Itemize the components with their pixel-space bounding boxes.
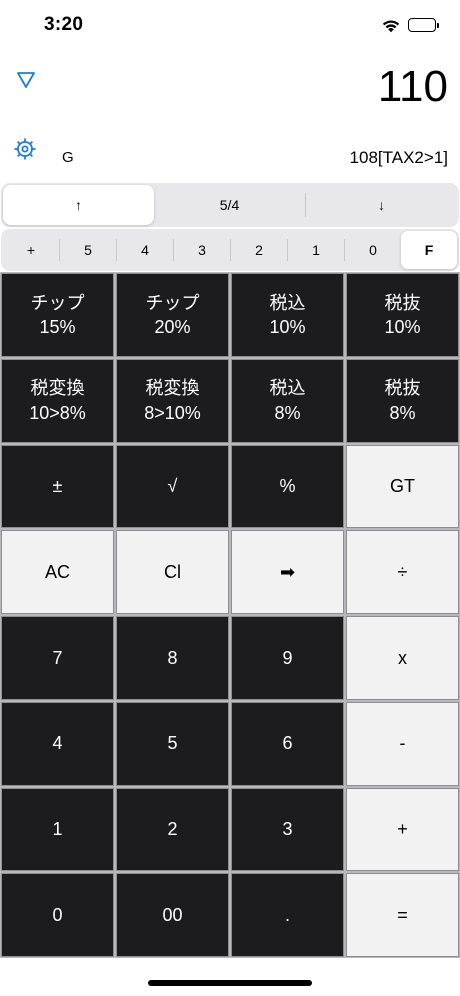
decimal-option-f[interactable]: F	[401, 231, 457, 269]
digit-3-key[interactable]: 3	[231, 787, 344, 872]
decimal-option-0[interactable]: 0	[345, 231, 401, 269]
key-label: チップ	[30, 292, 85, 313]
decimal-option-5[interactable]: 5	[60, 231, 116, 269]
digit-9-key[interactable]: 9	[231, 616, 344, 700]
key-label: 1	[52, 819, 63, 840]
round-up-option[interactable]: ↑	[3, 185, 154, 225]
round-down-option[interactable]: ↓	[306, 185, 457, 225]
gt-key[interactable]: GT	[346, 444, 459, 529]
key-label: .	[284, 904, 290, 925]
key-label: ±	[52, 476, 63, 497]
plus-minus-key[interactable]: ±	[1, 444, 114, 529]
tip-20-key[interactable]: チップ 20%	[116, 273, 229, 357]
triangle-down-icon[interactable]	[16, 70, 36, 90]
key-label: 2	[167, 819, 178, 840]
tax-incl-8-key[interactable]: 税込 8%	[231, 358, 344, 443]
battery-icon	[408, 18, 439, 32]
key-label: 税変換	[145, 378, 200, 399]
tip-15-key[interactable]: チップ 15%	[1, 273, 114, 357]
key-label: %	[279, 476, 296, 497]
wifi-icon	[381, 18, 401, 33]
key-sublabel: 15%	[39, 316, 76, 337]
add-key[interactable]: +	[346, 787, 459, 872]
key-label: 3	[282, 819, 293, 840]
digit-6-key[interactable]: 6	[231, 701, 344, 786]
decimal-selector: + 5 4 3 2 1 0 F	[1, 229, 459, 271]
rounding-selector: ↑ 5/4 ↓	[1, 183, 459, 227]
key-label: 5	[167, 733, 178, 754]
digit-0-key[interactable]: 0	[1, 873, 114, 957]
key-label: 9	[282, 647, 293, 668]
status-time: 3:20	[44, 14, 84, 35]
key-label: 00	[162, 904, 183, 925]
subtract-key[interactable]: -	[346, 701, 459, 786]
key-label: 税込	[269, 378, 306, 399]
key-sublabel: 8%	[274, 402, 301, 423]
digit-2-key[interactable]: 2	[116, 787, 229, 872]
home-indicator	[148, 980, 312, 986]
key-label: 税込	[269, 292, 306, 313]
key-label: GT	[390, 476, 415, 497]
decimal-option-plus[interactable]: +	[3, 231, 59, 269]
digit-5-key[interactable]: 5	[116, 701, 229, 786]
key-label: x	[398, 647, 407, 668]
key-label: √	[167, 476, 178, 497]
tax-excl-8-key[interactable]: 税抜 8%	[346, 358, 459, 443]
key-label: チップ	[145, 292, 200, 313]
key-label: 0	[52, 904, 63, 925]
decimal-option-1[interactable]: 1	[288, 231, 344, 269]
key-sublabel: 8%	[389, 402, 416, 423]
all-clear-key[interactable]: AC	[1, 530, 114, 614]
key-label: ÷	[397, 561, 408, 582]
decimal-point-key[interactable]: .	[231, 873, 344, 957]
tax-convert-8-10-key[interactable]: 税変換 8>10%	[116, 358, 229, 443]
sqrt-key[interactable]: √	[116, 444, 229, 529]
key-label: ➡	[279, 561, 296, 582]
key-label: 税変換	[30, 378, 85, 399]
digit-4-key[interactable]: 4	[1, 701, 114, 786]
digit-7-key[interactable]: 7	[1, 616, 114, 700]
digit-1-key[interactable]: 1	[1, 787, 114, 872]
gt-indicator: G	[62, 149, 74, 166]
divide-key[interactable]: ÷	[346, 530, 459, 614]
percent-key[interactable]: %	[231, 444, 344, 529]
clear-key[interactable]: Cl	[116, 530, 229, 614]
key-label: 税抜	[384, 378, 421, 399]
gear-icon[interactable]	[13, 137, 37, 161]
key-label: 7	[52, 647, 63, 668]
round-half-option[interactable]: 5/4	[154, 185, 305, 225]
status-icons	[381, 15, 439, 35]
decimal-option-2[interactable]: 2	[231, 231, 287, 269]
key-label: +	[397, 819, 408, 840]
tax-excl-10-key[interactable]: 税抜 10%	[346, 273, 459, 357]
equals-key[interactable]: =	[346, 873, 459, 957]
key-label: 8	[167, 647, 178, 668]
key-sublabel: 10%	[384, 316, 421, 337]
key-sublabel: 20%	[154, 316, 191, 337]
multiply-key[interactable]: x	[346, 616, 459, 700]
decimal-option-3[interactable]: 3	[174, 231, 230, 269]
backspace-key[interactable]: ➡	[231, 530, 344, 614]
keypad: チップ 15% チップ 20% 税込 10% 税抜 10% 税変換 10>8% 税変換 8>10% 税込…	[0, 272, 460, 958]
key-label: Cl	[164, 561, 181, 582]
key-sublabel: 8>10%	[144, 402, 201, 423]
main-display: 110	[377, 62, 448, 111]
decimal-option-4[interactable]: 4	[117, 231, 173, 269]
key-sublabel: 10%	[269, 316, 306, 337]
digit-00-key[interactable]: 00	[116, 873, 229, 957]
key-label: =	[397, 904, 408, 925]
sub-display: 108[TAX2>1]	[349, 148, 448, 167]
status-bar: 3:20	[0, 0, 460, 50]
key-label: 税抜	[384, 292, 421, 313]
key-label: AC	[44, 561, 70, 582]
key-label: 4	[52, 733, 63, 754]
key-label: 6	[282, 733, 293, 754]
tax-convert-10-8-key[interactable]: 税変換 10>8%	[1, 358, 114, 443]
digit-8-key[interactable]: 8	[116, 616, 229, 700]
tax-incl-10-key[interactable]: 税込 10%	[231, 273, 344, 357]
key-label: -	[399, 733, 406, 754]
key-sublabel: 10>8%	[29, 402, 86, 423]
